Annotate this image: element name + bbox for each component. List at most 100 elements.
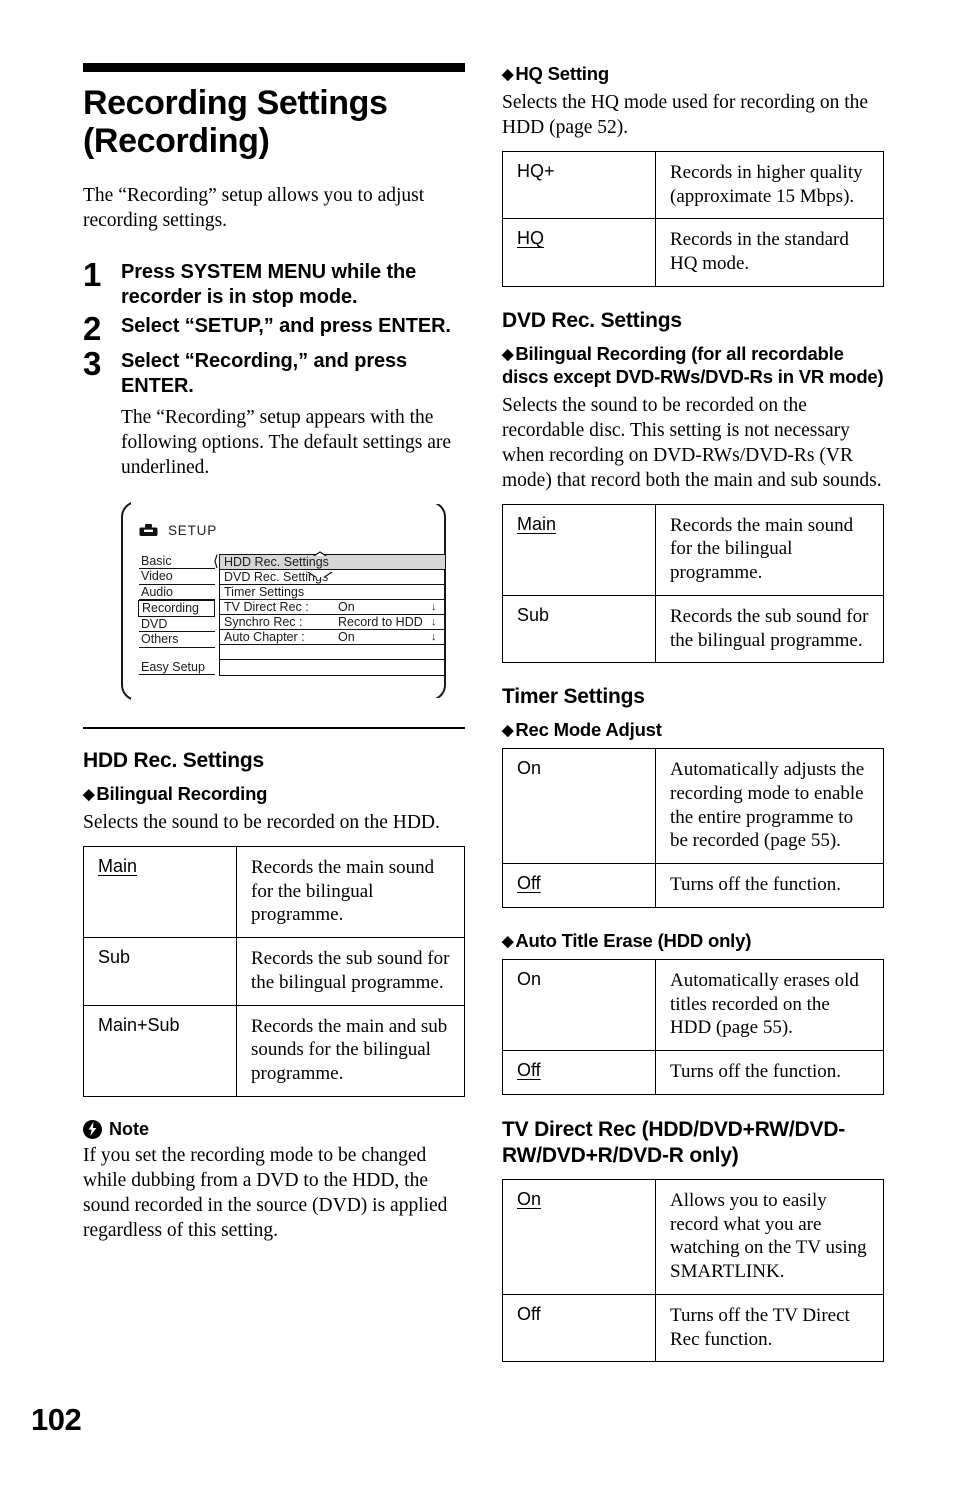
table-row: Sub Records the sub sound for the biling… (502, 594, 884, 664)
step-heading: Press SYSTEM MENU while the recorder is … (121, 261, 417, 309)
step-body: Press SYSTEM MENU while the recorder is … (121, 260, 465, 310)
bolt-glyph (88, 1122, 97, 1137)
step-item: 2 Select “SETUP,” and press ENTER. (83, 310, 465, 348)
menu-option-blank (220, 660, 445, 675)
step-item: 1 Press SYSTEM MENU while the recorder i… (83, 256, 465, 310)
subheading-hq-setting: ◆ HQ Setting (502, 63, 884, 86)
toolbox-icon (139, 523, 158, 537)
menu-option-timer-settings[interactable]: Timer Settings (220, 585, 445, 600)
option-label: TV Direct Rec : (224, 599, 309, 614)
bezel-mask-top (131, 496, 450, 504)
section-separator (83, 726, 465, 729)
note-header: Note (83, 1119, 465, 1140)
menu-option-tv-direct-rec[interactable]: TV Direct Rec : On ↓ (220, 600, 445, 615)
subheading-text: Auto Title Erase (HDD only) (515, 929, 752, 951)
subheading-text: Rec Mode Adjust (515, 719, 662, 741)
option-key-text: On (517, 758, 542, 779)
menu-category-video[interactable]: Video (139, 569, 215, 585)
option-arrow-icon: ↓ (431, 630, 437, 643)
title-rule (83, 63, 465, 72)
intro-paragraph: The “Recording” setup allows you to adju… (83, 185, 425, 232)
table-hdd-bilingual-recording: Main Records the main sound for the bili… (83, 845, 465, 1097)
option-key-text: Main+Sub (98, 1014, 180, 1035)
heading-dvd-rec-settings: DVD Rec. Settings (502, 308, 682, 332)
setup-screen-header: SETUP (139, 523, 436, 538)
steps-list: 1 Press SYSTEM MENU while the recorder i… (83, 256, 465, 481)
setup-screen-title: SETUP (168, 522, 218, 538)
menu-option-synchro-rec[interactable]: Synchro Rec : Record to HDD ↓ (220, 615, 445, 630)
table-row: Main Records the main sound for the bili… (502, 503, 884, 596)
option-label: HDD Rec. Settings (224, 554, 329, 569)
option-key: On (502, 748, 656, 865)
table-row: Main Records the main sound for the bili… (83, 845, 465, 939)
subheading-rec-mode-adjust: ◆ Rec Mode Adjust (502, 719, 884, 742)
option-label: Timer Settings (224, 584, 305, 599)
heading-tv-direct-rec: TV Direct Rec (HDD/DVD+RW/DVD-RW/DVD+R/D… (502, 1117, 846, 1167)
bezel-mask-bottom (131, 697, 450, 705)
option-description: Allows you to easily record what you are… (655, 1178, 884, 1295)
subheading-text: HQ Setting (515, 63, 609, 84)
subheading-bilingual-recording: ◆ Bilingual Recording (83, 783, 465, 806)
page-title: Recording Settings (Recording) (83, 84, 388, 161)
note-label: Note (109, 1118, 149, 1139)
note-text: If you set the recording mode to be chan… (83, 1144, 448, 1241)
option-key-text: On (517, 1188, 542, 1209)
table-auto-title-erase: On Automatically erases old titles recor… (502, 958, 884, 1095)
option-label: Synchro Rec : (224, 614, 303, 629)
table-dvd-bilingual-recording: Main Records the main sound for the bili… (502, 503, 884, 664)
option-key-text: Sub (98, 947, 131, 968)
heading-hdd-rec-settings: HDD Rec. Settings (83, 748, 264, 772)
lead-hdd-bilingual: Selects the sound to be recorded on the … (83, 811, 440, 833)
menu-category-basic[interactable]: Basic (139, 554, 215, 570)
option-description: Turns off the function. (655, 1050, 884, 1095)
option-arrow-icon: ↓ (431, 600, 437, 613)
subheading-auto-title-erase: ◆ Auto Title Erase (HDD only) (502, 930, 884, 953)
page-number: 102 (31, 1402, 82, 1437)
menu-option-blank (220, 645, 445, 660)
heading-timer-settings: Timer Settings (502, 685, 645, 709)
option-key: Off (502, 1293, 656, 1363)
step-body: Select “SETUP,” and press ENTER. (121, 314, 465, 339)
option-key-text: Off (517, 1060, 541, 1081)
option-description: Turns off the TV Direct Rec function. (655, 1293, 884, 1363)
option-description: Records the sub sound for the bilingual … (655, 594, 884, 664)
option-description: Records the sub sound for the bilingual … (236, 937, 465, 1006)
menu-category-recording[interactable]: Recording (138, 600, 215, 617)
option-value: Record to HDD (338, 614, 423, 629)
option-description: Records the main and sub sounds for the … (236, 1004, 465, 1097)
menu-category-dvd[interactable]: DVD (139, 617, 215, 633)
step-number: 1 (83, 256, 102, 294)
option-key: Main (502, 503, 656, 596)
option-key-text: Off (517, 873, 541, 894)
right-column: ◆ HQ Setting Selects the HQ mode used for… (502, 63, 884, 1384)
menu-category-others[interactable]: Others (139, 632, 215, 648)
option-key-text: Sub (517, 604, 550, 625)
option-key: Sub (83, 937, 237, 1006)
menu-category-easy-setup[interactable]: Easy Setup (139, 660, 215, 676)
table-row: On Automatically adjusts the recording m… (502, 748, 884, 865)
option-description: Turns off the function. (655, 863, 884, 908)
selection-chevron-up-icon (307, 547, 333, 556)
diamond-bullet-icon: ◆ (502, 66, 514, 83)
option-key-text: Main (517, 513, 557, 534)
option-key: On (502, 1178, 656, 1295)
step-number: 2 (83, 310, 102, 348)
setup-menu: Basic Video Audio Recording DVD Others E… (138, 551, 446, 676)
menu-option-auto-chapter[interactable]: Auto Chapter : On ↓ (220, 630, 445, 645)
table-row: Off Turns off the function. (502, 863, 884, 908)
diamond-bullet-icon: ◆ (83, 785, 95, 803)
lead-hq-setting: Selects the HQ mode used for recording o… (502, 91, 869, 138)
option-key: HQ+ (502, 150, 656, 220)
table-row: Off Turns off the TV Direct Rec function… (502, 1293, 884, 1363)
diamond-bullet-icon: ◆ (502, 345, 514, 363)
option-key: Main (83, 845, 237, 939)
menu-category-spacer (139, 648, 215, 660)
option-description: Records the main sound for the bilingual… (236, 845, 465, 939)
option-key-text: Off (517, 1303, 541, 1324)
option-description: Records the main sound for the bilingual… (655, 503, 884, 596)
option-key: HQ (502, 218, 656, 287)
menu-category-audio[interactable]: Audio (139, 585, 215, 601)
table-row: Main+Sub Records the main and sub sounds… (83, 1004, 465, 1097)
option-label: Auto Chapter : (224, 629, 305, 644)
option-description: Records in the standard HQ mode. (655, 218, 884, 287)
